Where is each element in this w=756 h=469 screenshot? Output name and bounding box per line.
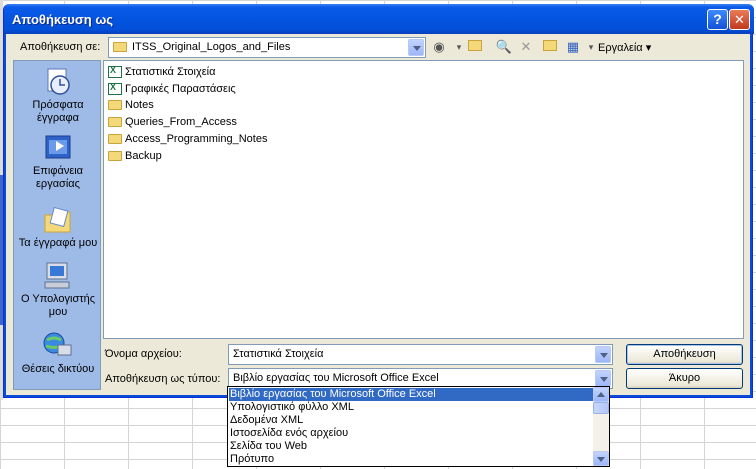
scroll-down-icon[interactable]	[593, 451, 609, 466]
file-name: Στατιστικά Στοιχεία	[125, 66, 216, 78]
folder-icon	[108, 134, 122, 145]
place-label: Θέσεις δικτύου	[21, 363, 95, 375]
type-option[interactable]: Δεδομένα XML	[229, 414, 594, 427]
chevron-down-icon[interactable]	[595, 346, 611, 363]
excel-file-icon	[108, 82, 122, 96]
cancel-button[interactable]: Άκυρο	[626, 368, 743, 389]
save-as-type-value: Βιβλίο εργασίας του Microsoft Office Exc…	[233, 372, 439, 384]
list-item[interactable]: Γραφικές Παραστάσεις	[108, 82, 236, 99]
chevron-down-icon[interactable]	[595, 370, 611, 387]
type-option[interactable]: Υπολογιστικό φύλλο XML	[229, 401, 594, 414]
save-in-dropdown[interactable]: ITSS_Original_Logos_and_Files	[108, 37, 426, 58]
list-item[interactable]: Backup	[108, 150, 162, 166]
file-name: Queries_From_Access	[125, 116, 237, 128]
file-name-field[interactable]: Στατιστικά Στοιχεία	[228, 344, 613, 365]
place-my-computer[interactable]: Ο Υπολογιστής μου	[14, 261, 102, 319]
up-folder-icon[interactable]	[466, 38, 484, 56]
delete-icon[interactable]: ✕	[517, 38, 535, 56]
place-label: Επιφάνεια εργασίας	[32, 165, 84, 190]
type-option[interactable]: Πρότυπο	[229, 453, 594, 466]
folder-icon	[113, 42, 127, 53]
place-desktop[interactable]: Επιφάνεια εργασίας	[14, 133, 102, 191]
file-name: Notes	[125, 99, 154, 111]
network-places-icon	[42, 331, 74, 361]
scroll-up-icon[interactable]	[593, 387, 609, 402]
excel-file-icon	[108, 65, 122, 79]
place-my-documents[interactable]: Τα έγγραφά μου	[14, 205, 102, 250]
recent-documents-icon	[42, 67, 74, 97]
place-label: Τα έγγραφά μου	[18, 237, 98, 249]
new-folder-icon[interactable]	[541, 38, 559, 56]
list-item[interactable]: Notes	[108, 99, 154, 115]
chevron-down-icon[interactable]	[408, 39, 424, 56]
file-name: Backup	[125, 150, 162, 162]
save-in-value: ITSS_Original_Logos_and_Files	[132, 41, 291, 53]
place-label: Ο Υπολογιστής μου	[20, 293, 96, 318]
save-in-label: Αποθήκευση σε:	[20, 41, 101, 53]
place-label: Πρόσφατα έγγραφα	[32, 99, 84, 124]
folder-icon	[108, 117, 122, 128]
search-web-icon[interactable]: 🔍	[495, 38, 513, 56]
folder-icon	[108, 100, 122, 111]
places-bar: Πρόσφατα έγγραφα Επιφάνεια εργασίας Τα έ…	[13, 60, 101, 390]
list-item[interactable]: Queries_From_Access	[108, 116, 237, 132]
my-documents-icon	[42, 205, 74, 235]
save-as-type-label: Αποθήκευση ως τύπου:	[105, 373, 221, 385]
options-scrollbar[interactable]	[593, 387, 609, 466]
tools-menu[interactable]: Εργαλεία ▾	[598, 41, 651, 54]
save-as-dialog: Αποθήκευση ως ? ✕ Αποθήκευση σε: ITSS_Or…	[3, 4, 754, 398]
file-name: Access_Programming_Notes	[125, 133, 268, 145]
help-button[interactable]: ?	[707, 9, 728, 30]
views-icon[interactable]: ▦	[564, 38, 582, 56]
file-name-value: Στατιστικά Στοιχεία	[233, 348, 324, 360]
place-recent-documents[interactable]: Πρόσφατα έγγραφα	[14, 67, 102, 125]
dialog-title: Αποθήκευση ως	[12, 12, 114, 27]
tools-menu-label: Εργαλεία	[598, 42, 643, 54]
my-computer-icon	[42, 261, 74, 291]
type-option[interactable]: Ιστοσελίδα ενός αρχείου	[229, 427, 594, 440]
file-list[interactable]: Στατιστικά Στοιχεία Γραφικές Παραστάσεις…	[103, 60, 744, 339]
list-item[interactable]: Access_Programming_Notes	[108, 133, 267, 149]
save-button[interactable]: Αποθήκευση	[626, 344, 743, 365]
save-as-type-options[interactable]: Βιβλίο εργασίας του Microsoft Office Exc…	[227, 386, 610, 467]
list-item[interactable]: Στατιστικά Στοιχεία	[108, 65, 216, 82]
close-button[interactable]: ✕	[729, 9, 750, 30]
back-icon[interactable]: ◉	[430, 38, 448, 56]
type-option[interactable]: Σελίδα του Web	[229, 440, 594, 453]
file-name: Γραφικές Παραστάσεις	[125, 83, 236, 95]
title-bar[interactable]: Αποθήκευση ως ? ✕	[4, 4, 754, 34]
type-option[interactable]: Βιβλίο εργασίας του Microsoft Office Exc…	[229, 388, 594, 401]
desktop-icon	[42, 133, 74, 163]
folder-icon	[108, 151, 122, 162]
file-name-label: Όνομα αρχείου:	[105, 348, 182, 360]
scroll-thumb[interactable]	[593, 402, 609, 414]
place-network[interactable]: Θέσεις δικτύου	[14, 331, 102, 376]
